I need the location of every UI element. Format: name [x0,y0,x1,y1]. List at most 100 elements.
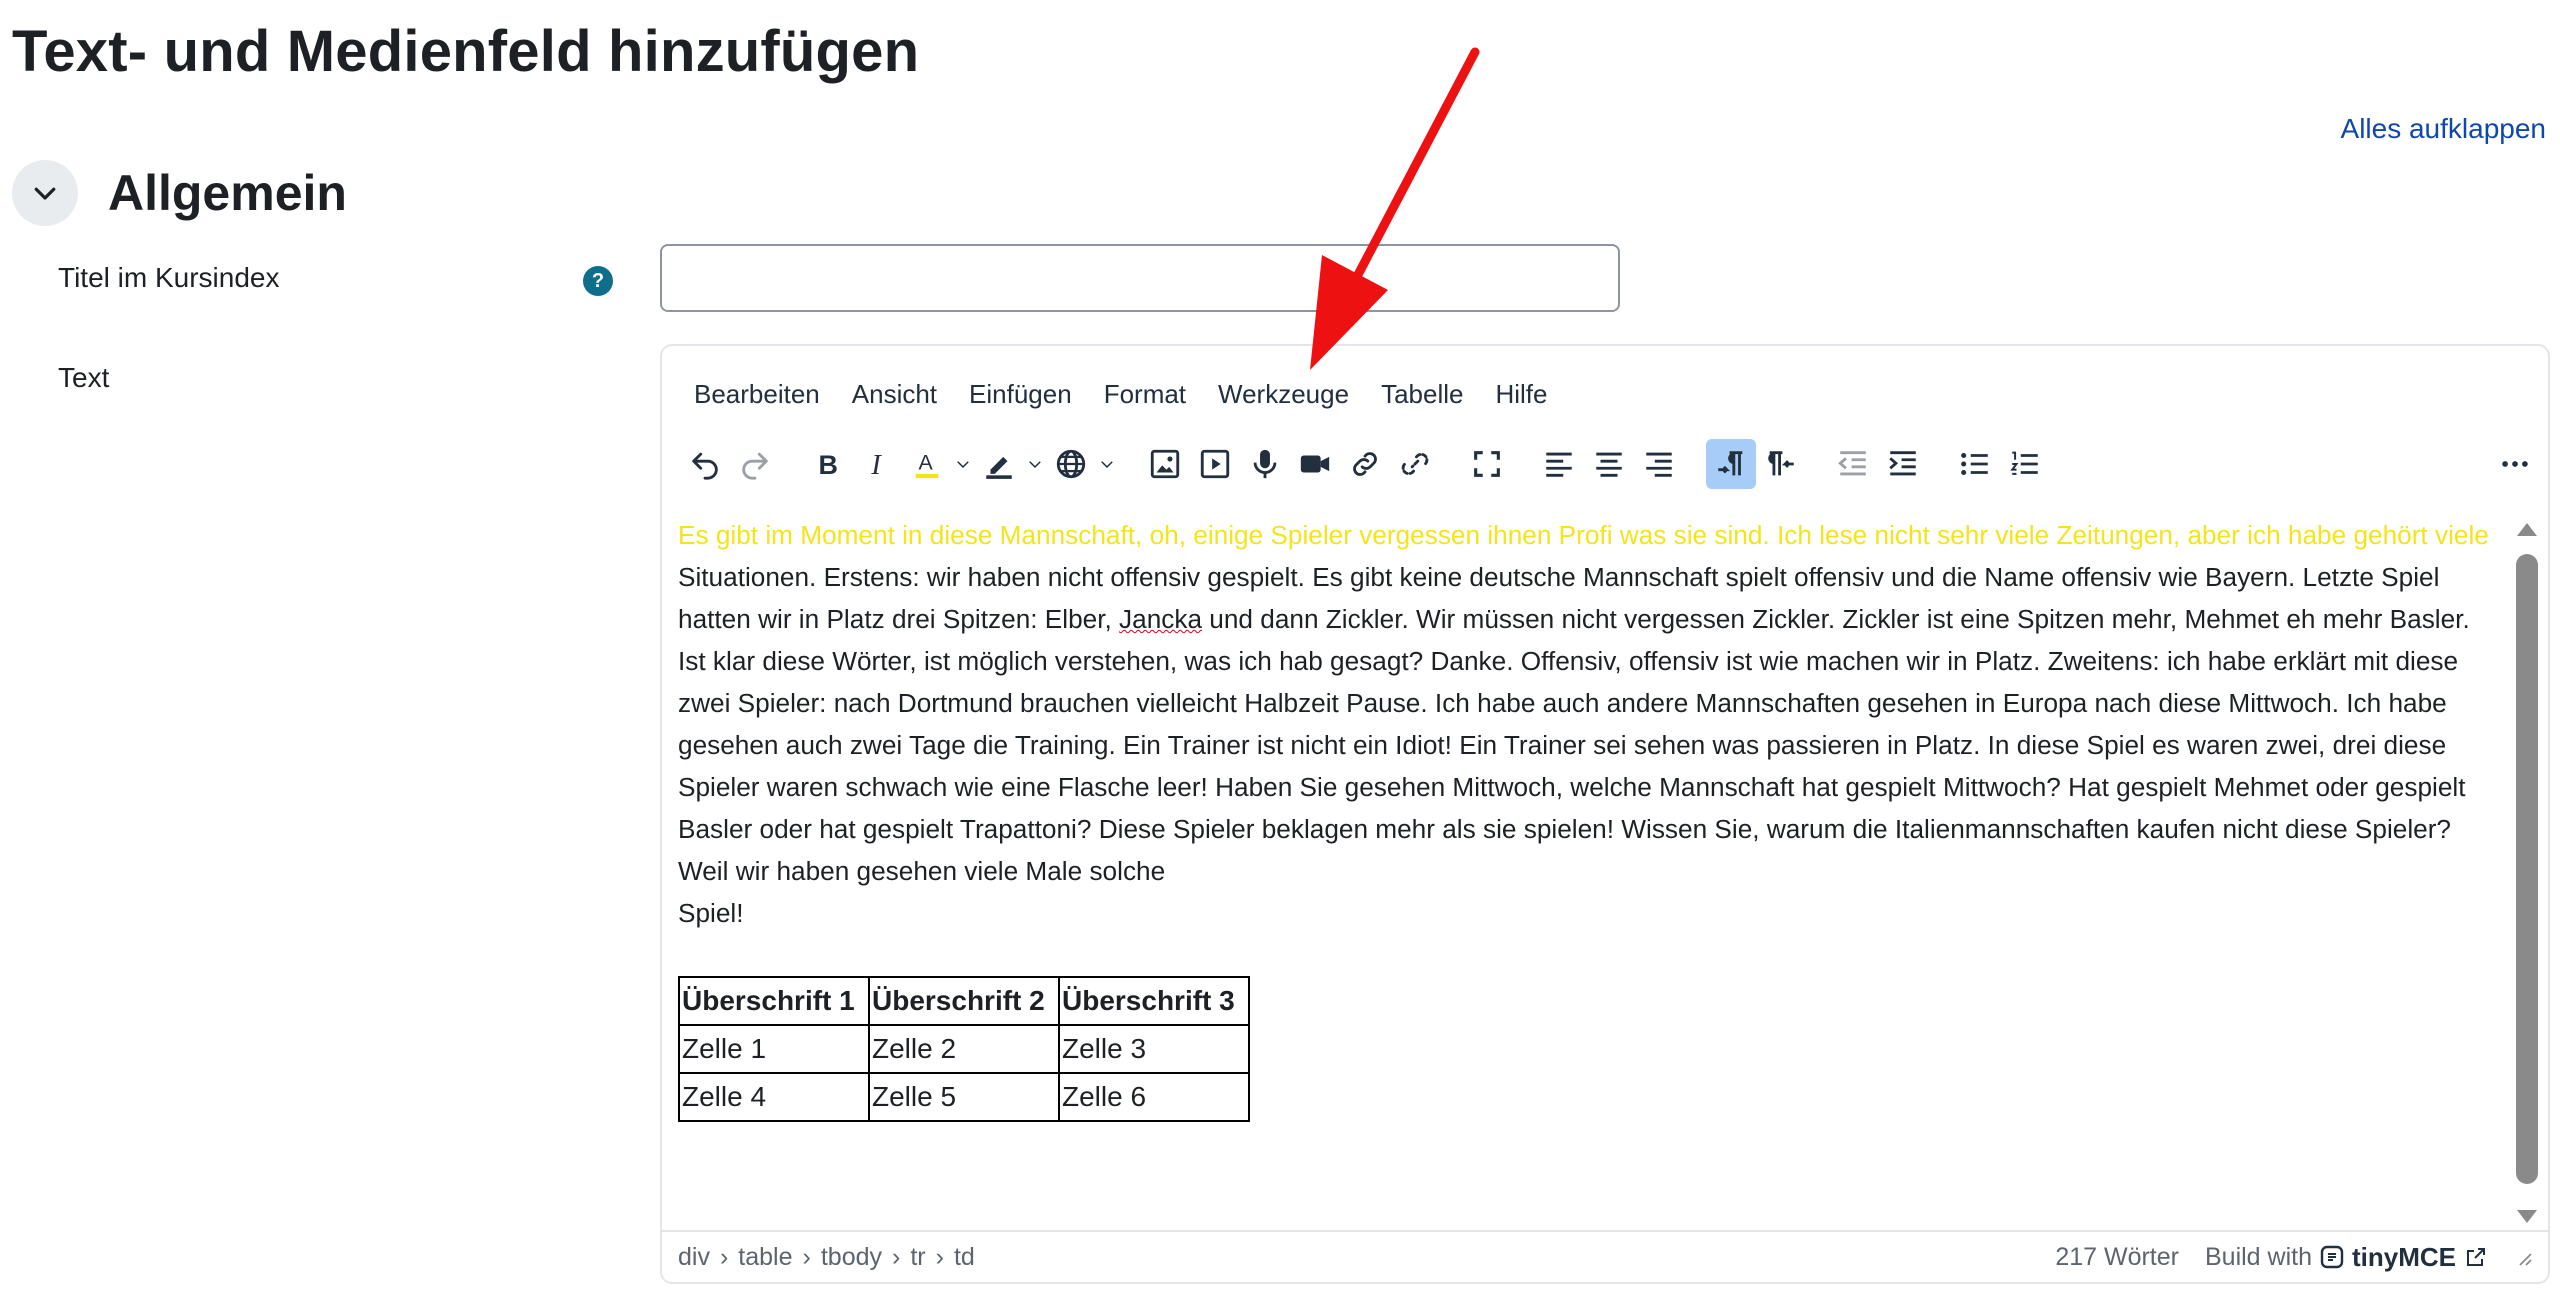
section-title: Allgemein [108,165,347,221]
scroll-down-icon[interactable] [2514,1206,2540,1228]
table-header-cell[interactable]: Überschrift 2 [868,976,1060,1026]
menu-view[interactable]: Ansicht [836,372,953,416]
text-color-dropdown[interactable] [952,439,974,489]
redo-button[interactable] [730,439,780,489]
right-to-left-icon [1768,451,1794,476]
align-right-button[interactable] [1634,439,1684,489]
paragraph-text-2: und dann Zickler. Wir müssen nicht verge… [678,604,2470,886]
align-left-button[interactable] [1534,439,1584,489]
image-icon [1150,449,1180,479]
content-paragraph: Es gibt im Moment in diese Mannschaft, o… [678,514,2498,892]
ltr-button[interactable] [1706,439,1756,489]
record-audio-button[interactable] [1240,439,1290,489]
highlight-dropdown[interactable] [1024,439,1046,489]
editor-statusbar: div › table › tbody › tr › td 217 Wörter… [662,1230,2548,1282]
rtl-button[interactable] [1756,439,1806,489]
more-options-button[interactable] [2490,439,2540,489]
align-left-icon [1546,452,1572,477]
collapse-section-button[interactable] [12,160,78,226]
title-input[interactable] [660,244,1620,312]
bullet-list-icon [1961,452,1988,476]
language-button[interactable] [1046,439,1096,489]
tinymce-logo-icon [2320,1245,2344,1269]
unlink-button[interactable] [1390,439,1440,489]
chevron-down-icon [34,187,56,200]
element-path: div › table › tbody › tr › td [678,1242,975,1272]
section-header-general: Allgemein [12,160,347,226]
svg-text:B: B [819,450,838,480]
chevron-down-icon [957,461,969,469]
indent-button[interactable] [1878,439,1928,489]
bold-button[interactable]: B [802,439,852,489]
redo-icon [742,452,768,480]
table-header-cell[interactable]: Überschrift 3 [1058,976,1250,1026]
table-row: Zelle 4 Zelle 5 Zelle 6 [678,1072,1250,1122]
highlight-button[interactable] [974,439,1024,489]
table-cell[interactable]: Zelle 6 [1058,1072,1250,1122]
numbered-list-icon [2010,451,2038,475]
globe-icon [1056,449,1086,479]
path-item[interactable]: td [954,1243,975,1272]
chevron-down-icon [1029,461,1041,469]
italic-button[interactable]: I [852,439,902,489]
align-center-button[interactable] [1584,439,1634,489]
link-icon [1353,452,1377,476]
table-cell[interactable]: Zelle 3 [1058,1024,1250,1074]
table-cell[interactable]: Zelle 5 [868,1072,1060,1122]
word-count[interactable]: 217 Wörter [2055,1243,2179,1272]
left-to-right-icon [1718,451,1743,476]
tinymce-brand: tinyMCE [2352,1241,2456,1272]
content-table: Überschrift 1 Überschrift 2 Überschrift … [678,976,1250,1122]
editor-scrollbar[interactable] [2514,518,2540,1228]
text-color-button[interactable]: A [902,439,952,489]
menu-table[interactable]: Tabelle [1365,372,1479,416]
menu-edit[interactable]: Bearbeiten [678,372,836,416]
menu-insert[interactable]: Einfügen [953,372,1088,416]
video-camera-icon [1300,455,1330,473]
undo-button[interactable] [680,439,730,489]
record-video-button[interactable] [1290,439,1340,489]
path-item[interactable]: table [738,1243,792,1272]
text-color-icon: A [915,451,939,479]
resize-handle-icon[interactable] [2514,1248,2532,1266]
editor-content[interactable]: Es gibt im Moment in diese Mannschaft, o… [662,514,2524,1214]
path-item[interactable]: tr [910,1243,925,1272]
table-cell[interactable]: Zelle 4 [678,1072,870,1122]
bullet-list-button[interactable] [1950,439,2000,489]
language-dropdown[interactable] [1096,439,1118,489]
tinymce-link[interactable]: Build with tinyMCE [2205,1242,2488,1273]
numbered-list-button[interactable] [2000,439,2050,489]
menu-tools[interactable]: Werkzeuge [1202,372,1365,416]
yellow-text: Es gibt im Moment in diese Mannschaft, o… [678,520,2489,550]
page-title: Text- und Medienfeld hinzufügen [12,19,920,84]
misspelled-word: Jancka [1119,604,1203,634]
external-link-icon [2467,1248,2485,1266]
fullscreen-button[interactable] [1462,439,1512,489]
align-right-icon [1646,452,1672,477]
expand-all-link[interactable]: Alles aufklappen [2341,113,2546,145]
path-item[interactable]: tbody [821,1243,882,1272]
svg-text:I: I [870,450,882,481]
insert-media-button[interactable] [1190,439,1240,489]
table-cell[interactable]: Zelle 1 [678,1024,870,1074]
title-field-label: Titel im Kursindex [58,262,280,293]
help-icon[interactable]: ? [583,266,613,296]
fullscreen-icon [1474,451,1500,477]
table-header-cell[interactable]: Überschrift 1 [678,976,870,1026]
more-horizontal-icon [2502,461,2528,467]
editor-menubar: Bearbeiten Ansicht Einfügen Format Werkz… [678,372,1563,416]
svg-text:A: A [919,451,934,475]
link-button[interactable] [1340,439,1390,489]
insert-image-button[interactable] [1140,439,1190,489]
chevron-down-icon [1101,461,1113,469]
scroll-up-icon[interactable] [2514,518,2540,540]
indent-icon [1889,451,1916,476]
menu-help[interactable]: Hilfe [1479,372,1563,416]
table-header-row: Überschrift 1 Überschrift 2 Überschrift … [678,976,1250,1026]
table-cell[interactable]: Zelle 2 [868,1024,1060,1074]
menu-format[interactable]: Format [1088,372,1202,416]
path-item[interactable]: div [678,1243,710,1272]
outdent-button[interactable] [1828,439,1878,489]
scrollbar-thumb[interactable] [2516,554,2538,1184]
highlighter-icon [986,456,1012,479]
